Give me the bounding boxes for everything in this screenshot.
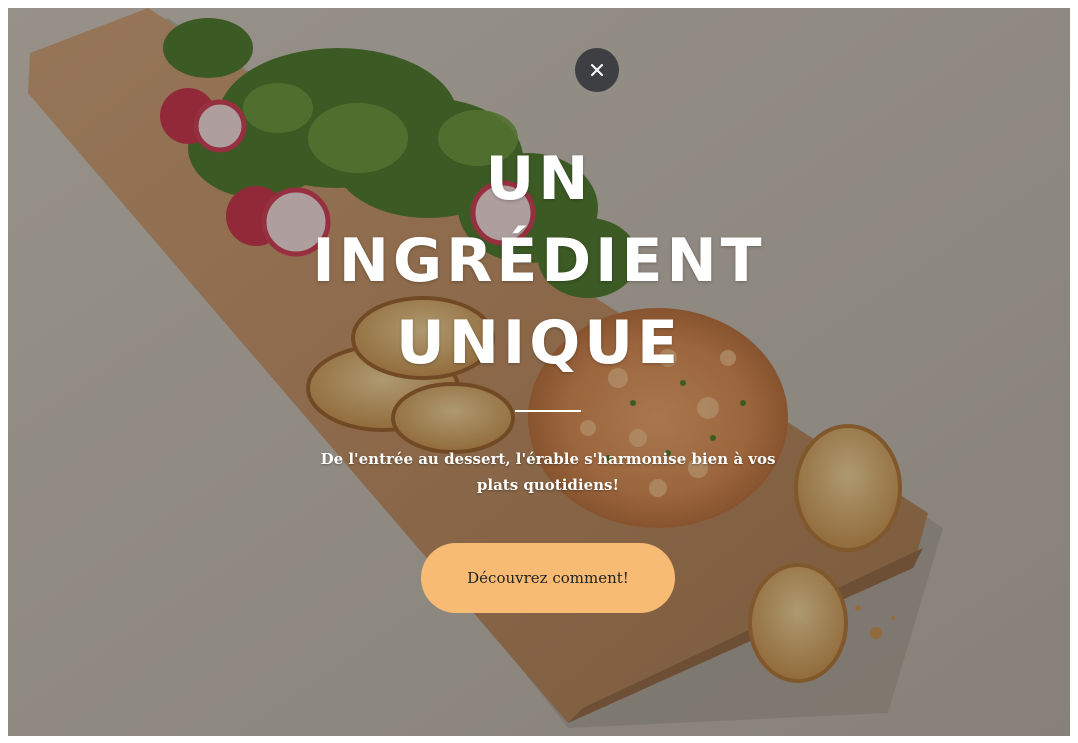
headline-line-1: UN bbox=[485, 144, 593, 214]
headline-line-3: UNIQUE bbox=[396, 308, 682, 378]
headline-line-2: INGRÉDIENT bbox=[312, 226, 766, 296]
subtitle: De l'entrée au dessert, l'érable s'harmo… bbox=[320, 450, 776, 494]
close-button[interactable] bbox=[575, 48, 619, 92]
promo-modal: UN INGRÉDIENT UNIQUE De l'entrée au dess… bbox=[8, 8, 1070, 736]
close-icon bbox=[591, 64, 603, 76]
divider bbox=[515, 410, 581, 412]
discover-button[interactable]: Découvrez comment! bbox=[421, 543, 675, 613]
headline: UN INGRÉDIENT UNIQUE bbox=[8, 138, 1070, 384]
